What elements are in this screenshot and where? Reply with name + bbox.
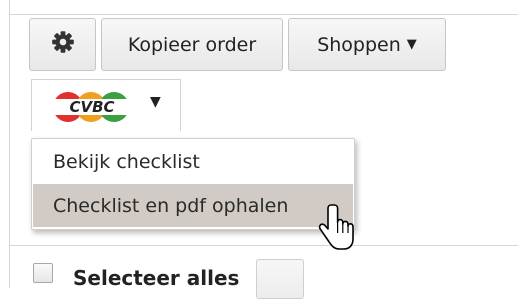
select-all-checkbox[interactable]: [33, 263, 53, 283]
panel-divider: [9, 245, 518, 246]
select-all-label: Selecteer alles: [73, 266, 240, 290]
brand-logo: CVBC: [46, 92, 138, 122]
brand-dropdown-button[interactable]: CVBC ▼: [31, 79, 181, 131]
menu-item-label: Checklist en pdf ophalen: [53, 194, 289, 217]
hand-pointer-icon: [318, 204, 354, 250]
gear-icon: [51, 30, 75, 59]
copy-order-label: Kopieer order: [127, 33, 257, 56]
caret-down-icon: ▼: [406, 37, 417, 52]
svg-text:CVBC: CVBC: [69, 98, 114, 116]
bottom-action-button[interactable]: [256, 259, 304, 299]
menu-item-label: Bekijk checklist: [53, 150, 200, 173]
menu-item-fetch-checklist-pdf[interactable]: Checklist en pdf ophalen: [33, 184, 353, 227]
shop-label: Shoppen: [317, 33, 401, 56]
caret-down-icon: ▼: [150, 94, 161, 110]
shop-dropdown-button[interactable]: Shoppen ▼: [288, 18, 446, 71]
brand-dropdown-menu: Bekijk checklist Checklist en pdf ophale…: [31, 138, 355, 230]
panel-border-top: [9, 14, 518, 15]
copy-order-button[interactable]: Kopieer order: [101, 18, 283, 71]
menu-item-view-checklist[interactable]: Bekijk checklist: [33, 140, 353, 183]
settings-button[interactable]: [29, 18, 96, 71]
